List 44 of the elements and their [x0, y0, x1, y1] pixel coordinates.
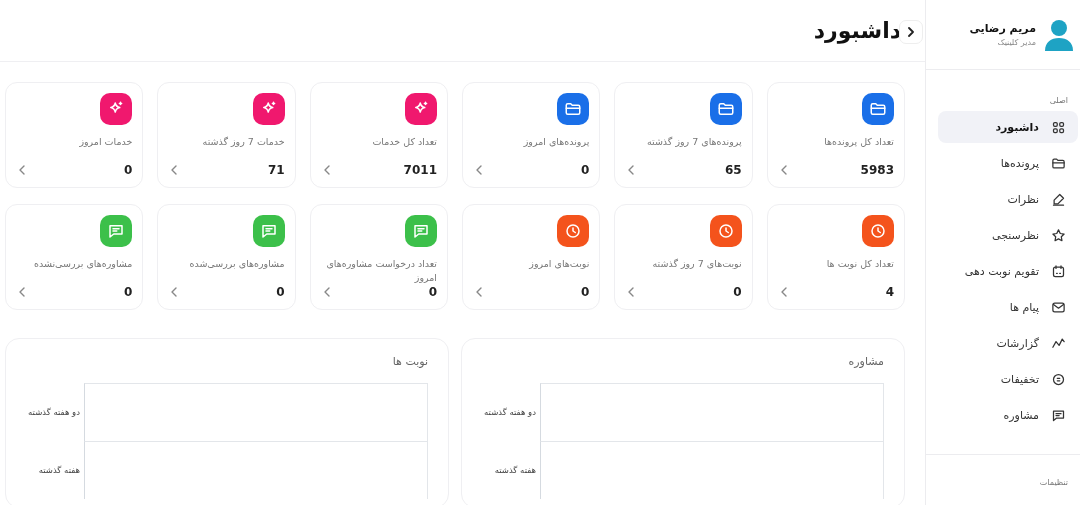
- card-value: 0: [733, 285, 742, 299]
- axis-label: دو هفته گذشته: [483, 407, 537, 417]
- section-label: اصلی: [1048, 95, 1069, 107]
- sidebar-item[interactable]: مشاوره: [938, 399, 1078, 431]
- card-value: 0: [124, 285, 133, 299]
- card-value: 5983: [860, 163, 894, 177]
- card-value: 0: [428, 285, 437, 299]
- axis-label: هفته گذشته: [37, 465, 81, 475]
- card-value: 71: [267, 163, 285, 177]
- card-label: تعداد کل نوبت ها: [825, 257, 894, 271]
- user-role: مدیر کلینیک: [996, 38, 1036, 47]
- card-label: پرونده‌های امروز: [522, 135, 590, 149]
- sidebar-item[interactable]: پیام ها: [938, 291, 1078, 323]
- card-label: خدمات امروز: [78, 135, 133, 149]
- section-label: تنظیمات: [1038, 477, 1069, 489]
- card-label: پرونده‌های 7 روز گذشته: [645, 135, 742, 149]
- card-label: مشاوره‌های بررسی‌شده: [188, 257, 285, 271]
- card-label: مشاوره‌های بررسی‌نشده: [32, 257, 133, 271]
- card-value: 4: [885, 285, 894, 299]
- card-label: نوبت‌های امروز: [528, 257, 590, 271]
- card-label: تعداد درخواست مشاوره‌های امروز: [325, 257, 437, 285]
- axis-label: دو هفته گذشته: [27, 407, 81, 417]
- card-value: 0: [581, 163, 590, 177]
- card-value: 0: [276, 285, 285, 299]
- card-label: خدمات 7 روز گذشته: [201, 135, 285, 149]
- chart-title: نوبت ها: [391, 355, 428, 368]
- card-label: تعداد کل پرونده‌ها: [823, 135, 894, 149]
- chart-title: مشاوره: [847, 355, 884, 368]
- card-value: 0: [581, 285, 590, 299]
- card-label: نوبت‌های 7 روز گذشته: [651, 257, 742, 271]
- card-value: 65: [724, 163, 742, 177]
- sidebar-item[interactable]: نظرسنجی: [938, 219, 1078, 251]
- sidebar-item[interactable]: تقویم نوبت دهی: [938, 255, 1078, 287]
- sidebar-item[interactable]: نظرات: [938, 183, 1078, 215]
- sidebar-item[interactable]: داشبورد: [938, 111, 1078, 143]
- page-title: داشبورد: [813, 18, 901, 43]
- axis-label: هفته گذشته: [493, 465, 537, 475]
- sidebar-item[interactable]: تخفیفات: [938, 363, 1078, 395]
- card-value: 0: [124, 163, 133, 177]
- card-value: 7011: [403, 163, 437, 177]
- sidebar-item[interactable]: پرونده‌ها: [938, 147, 1078, 179]
- sidebar-item[interactable]: گزارشات: [938, 327, 1078, 359]
- user-name: مریم رضایی: [969, 22, 1036, 35]
- card-label: تعداد کل خدمات: [371, 135, 437, 149]
